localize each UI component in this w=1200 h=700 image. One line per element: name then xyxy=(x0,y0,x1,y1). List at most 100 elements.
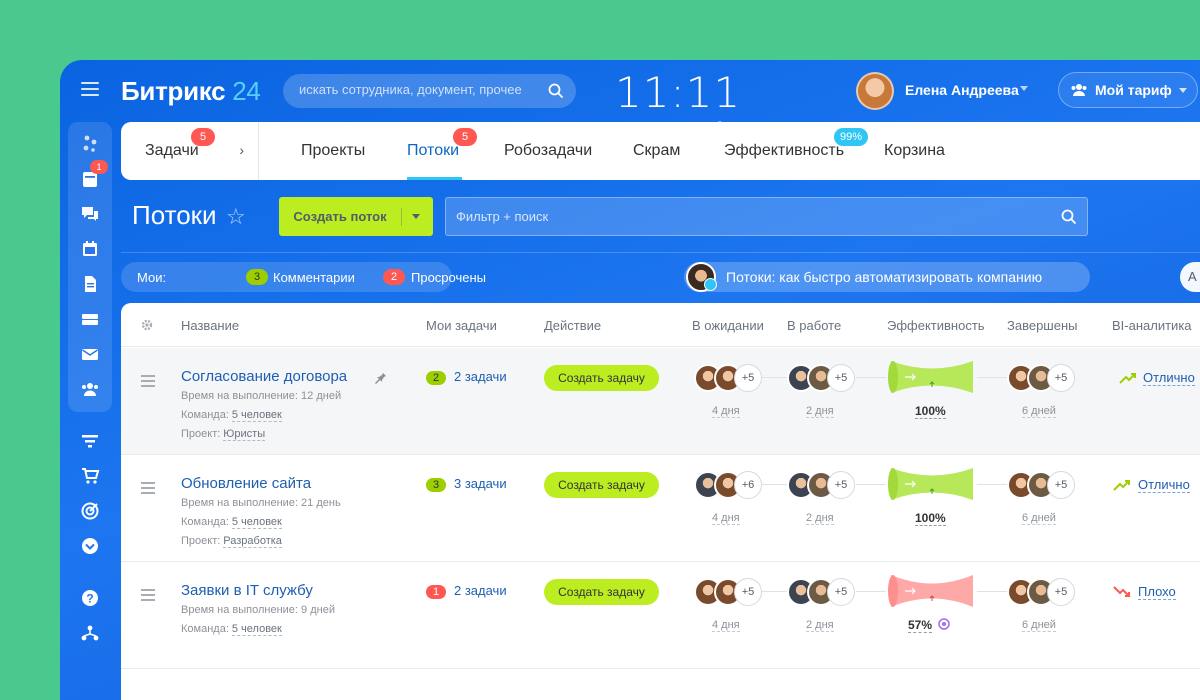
team-link[interactable]: 5 человек xyxy=(231,409,282,422)
cart-icon[interactable] xyxy=(80,466,100,486)
drag-handle-icon[interactable] xyxy=(141,482,155,497)
pin-icon[interactable] xyxy=(373,370,387,384)
efficiency-value[interactable]: 100% xyxy=(915,511,946,526)
more-avatars[interactable]: +5 xyxy=(1047,471,1075,499)
search-input[interactable] xyxy=(299,82,539,97)
bi-link[interactable]: Отлично xyxy=(1143,370,1195,386)
flow-title[interactable]: Заявки в IT службу xyxy=(181,582,313,599)
column-header[interactable]: BI-аналитика xyxy=(1112,318,1192,333)
tab-robotasks[interactable]: Робозадачи xyxy=(504,142,592,160)
filter-input[interactable] xyxy=(456,209,1016,224)
more-avatars[interactable]: +5 xyxy=(734,364,762,392)
work-avatars[interactable]: +5 xyxy=(787,364,855,392)
target-icon[interactable] xyxy=(80,501,100,521)
search-box[interactable] xyxy=(283,74,576,108)
my-tasks-link[interactable]: 2 задачи xyxy=(454,369,507,384)
column-header[interactable]: В работе xyxy=(787,318,841,333)
chevron-down-icon[interactable] xyxy=(402,197,432,236)
project-link[interactable]: Юристы xyxy=(223,428,266,441)
project-meta: Проект: Юристы xyxy=(181,428,266,441)
waiting-avatars[interactable]: +6 xyxy=(694,471,762,499)
overdue-filter[interactable]: Просрочены xyxy=(411,270,486,285)
more-avatars[interactable]: +6 xyxy=(734,471,762,499)
filter-box[interactable] xyxy=(445,197,1088,236)
table-row[interactable]: Заявки в IT службу Время на выполнение: … xyxy=(121,562,1200,669)
star-icon[interactable]: ☆ xyxy=(226,204,246,230)
search-icon[interactable] xyxy=(1061,209,1077,225)
document-icon[interactable] xyxy=(80,274,100,294)
tab-scrum[interactable]: Скрам xyxy=(633,142,680,160)
column-header[interactable]: Эффективность xyxy=(887,318,985,333)
more-avatars[interactable]: +5 xyxy=(1047,364,1075,392)
comments-filter[interactable]: Комментарии xyxy=(273,270,355,285)
done-avatars[interactable]: +5 xyxy=(1007,578,1075,606)
more-avatars[interactable]: +5 xyxy=(734,578,762,606)
waiting-avatars[interactable]: +5 xyxy=(694,578,762,606)
drag-handle-icon[interactable] xyxy=(141,375,155,390)
promo-banner[interactable]: Потоки: как быстро автоматизировать комп… xyxy=(684,262,1090,292)
logo[interactable]: Битрикс 24 xyxy=(121,76,261,107)
overdue-count[interactable]: 2 xyxy=(383,269,405,285)
efficiency-funnel-icon[interactable] xyxy=(887,574,977,608)
table-row[interactable]: Обновление сайта Время на выполнение: 21… xyxy=(121,455,1200,562)
flow-title[interactable]: Согласование договора xyxy=(181,368,347,385)
work-avatars[interactable]: +5 xyxy=(787,471,855,499)
project-link[interactable]: Разработка xyxy=(223,535,282,548)
efficiency-value[interactable]: 100% xyxy=(915,404,946,419)
efficiency-value[interactable]: 57% xyxy=(908,618,933,633)
more-avatars[interactable]: +5 xyxy=(827,578,855,606)
mail-icon[interactable] xyxy=(80,344,100,364)
column-header[interactable]: Название xyxy=(181,318,239,333)
inbox-icon[interactable] xyxy=(80,309,100,329)
more-avatars[interactable]: +5 xyxy=(827,471,855,499)
column-header[interactable]: Мои задачи xyxy=(426,318,497,333)
tab-flows[interactable]: Потоки xyxy=(407,142,459,160)
calendar-icon[interactable] xyxy=(80,239,100,259)
flow-title[interactable]: Обновление сайта xyxy=(181,475,311,492)
chat-icon[interactable] xyxy=(80,204,100,224)
search-icon[interactable] xyxy=(548,83,564,99)
column-header[interactable]: Действие xyxy=(544,318,601,333)
create-task-button[interactable]: Создать задачу xyxy=(544,365,659,391)
avatar[interactable] xyxy=(856,72,894,110)
column-header[interactable]: В ожидании xyxy=(692,318,764,333)
create-task-button[interactable]: Создать задачу xyxy=(544,579,659,605)
drag-handle-icon[interactable] xyxy=(141,589,155,604)
group-icon[interactable] xyxy=(80,379,100,399)
filter-icon[interactable] xyxy=(80,431,100,451)
done-avatars[interactable]: +5 xyxy=(1007,471,1075,499)
tab-trash[interactable]: Корзина xyxy=(884,142,945,160)
menu-icon[interactable] xyxy=(81,82,99,96)
my-tasks-link[interactable]: 3 задачи xyxy=(454,476,507,491)
gear-icon[interactable] xyxy=(141,319,153,331)
tab-tasks[interactable]: Задачи › 5 xyxy=(121,122,259,180)
bi-link[interactable]: Отлично xyxy=(1138,477,1190,493)
tariff-button[interactable]: Мой тариф xyxy=(1058,72,1198,108)
activity-icon[interactable] xyxy=(80,134,100,154)
tab-efficiency[interactable]: Эффективность xyxy=(724,142,844,160)
bi-link[interactable]: Плохо xyxy=(1138,584,1176,600)
help-icon[interactable]: ? xyxy=(80,588,100,608)
tab-projects[interactable]: Проекты xyxy=(301,142,365,160)
my-tasks-link[interactable]: 2 задачи xyxy=(454,583,507,598)
work-avatars[interactable]: +5 xyxy=(787,578,855,606)
chevron-down-icon[interactable] xyxy=(1020,86,1028,91)
more-avatars[interactable]: +5 xyxy=(1047,578,1075,606)
work-days: 2 дня xyxy=(806,619,834,632)
comments-count[interactable]: 3 xyxy=(246,269,268,285)
efficiency-funnel-icon[interactable] xyxy=(887,360,977,394)
structure-icon[interactable] xyxy=(80,623,100,643)
more-avatars[interactable]: +5 xyxy=(827,364,855,392)
done-avatars[interactable]: +5 xyxy=(1007,364,1075,392)
create-flow-button[interactable]: Создать поток xyxy=(279,197,433,236)
create-task-button[interactable]: Создать задачу xyxy=(544,472,659,498)
column-header[interactable]: Завершены xyxy=(1007,318,1077,333)
table-row[interactable]: Согласование договора Время на выполнени… xyxy=(121,348,1200,455)
team-link[interactable]: 5 человек xyxy=(231,623,282,636)
team-link[interactable]: 5 человек xyxy=(231,516,282,529)
edge-button[interactable]: А xyxy=(1180,262,1200,292)
efficiency-funnel-icon[interactable] xyxy=(887,467,977,501)
user-name[interactable]: Елена Андреева xyxy=(905,82,1019,98)
more-icon[interactable] xyxy=(80,536,100,556)
waiting-avatars[interactable]: +5 xyxy=(694,364,762,392)
